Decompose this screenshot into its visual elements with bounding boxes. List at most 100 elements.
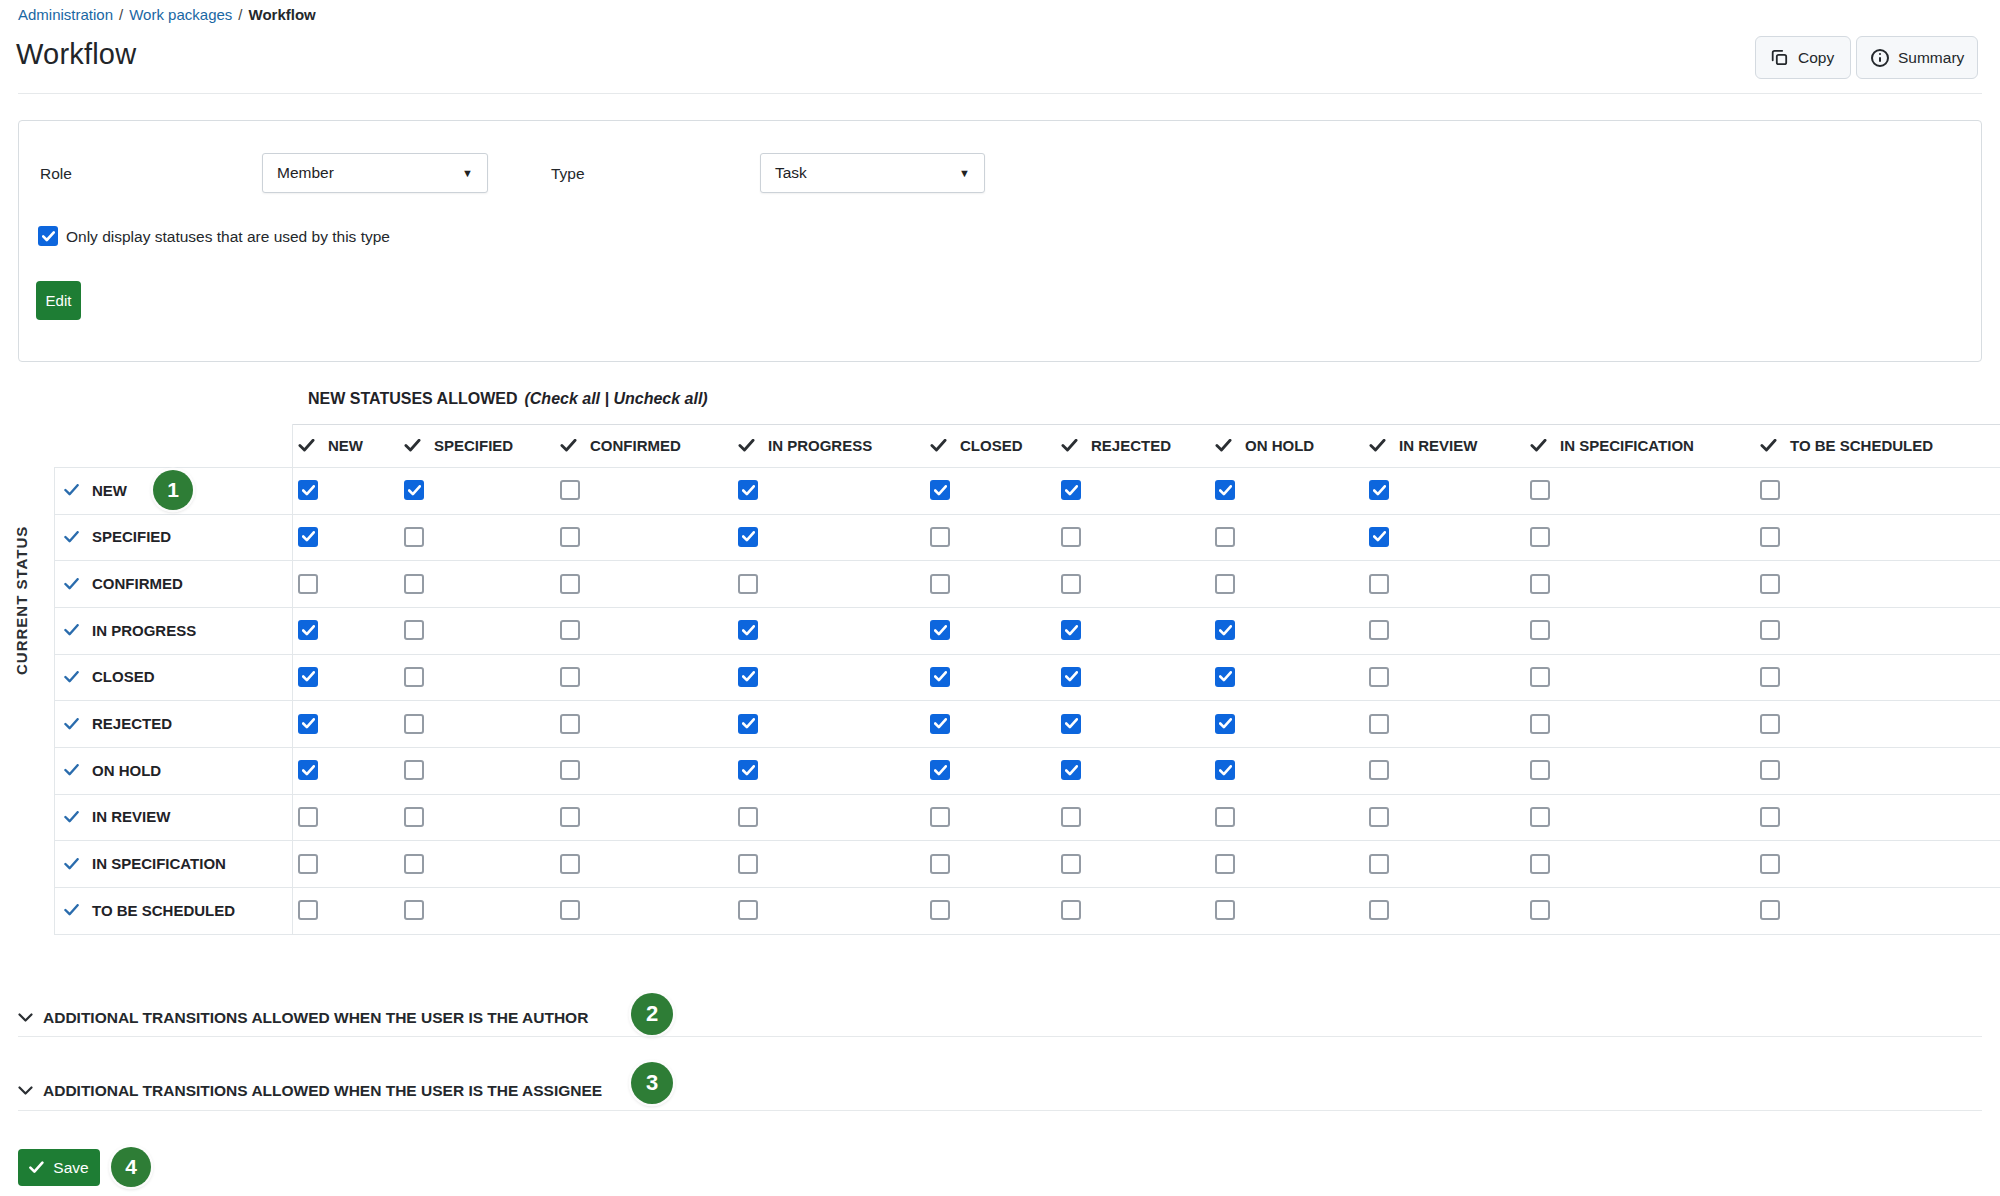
transition-checkbox-closed-to-in-specification[interactable] [1530, 667, 1550, 687]
transition-checkbox-closed-to-rejected[interactable] [1061, 667, 1081, 687]
transition-checkbox-in-review-to-specified[interactable] [404, 807, 424, 827]
transition-checkbox-closed-to-confirmed[interactable] [560, 667, 580, 687]
transition-checkbox-in-review-to-in-progress[interactable] [738, 807, 758, 827]
transition-checkbox-to-be-scheduled-to-specified[interactable] [404, 900, 424, 920]
transition-checkbox-in-progress-to-closed[interactable] [930, 620, 950, 640]
transition-checkbox-in-progress-to-on-hold[interactable] [1215, 620, 1235, 640]
transition-checkbox-closed-to-specified[interactable] [404, 667, 424, 687]
transition-checkbox-rejected-to-closed[interactable] [930, 714, 950, 734]
transition-checkbox-confirmed-to-new[interactable] [298, 574, 318, 594]
section-assignee-transitions[interactable]: ADDITIONAL TRANSITIONS ALLOWED WHEN THE … [18, 1076, 602, 1106]
transition-checkbox-in-specification-to-to-be-scheduled[interactable] [1760, 854, 1780, 874]
transition-checkbox-rejected-to-in-specification[interactable] [1530, 714, 1550, 734]
transition-checkbox-on-hold-to-on-hold[interactable] [1215, 760, 1235, 780]
transition-checkbox-in-progress-to-to-be-scheduled[interactable] [1760, 620, 1780, 640]
transition-checkbox-to-be-scheduled-to-new[interactable] [298, 900, 318, 920]
transition-checkbox-new-to-in-progress[interactable] [738, 480, 758, 500]
transition-checkbox-closed-to-to-be-scheduled[interactable] [1760, 667, 1780, 687]
transition-checkbox-confirmed-to-confirmed[interactable] [560, 574, 580, 594]
transition-checkbox-specified-to-on-hold[interactable] [1215, 527, 1235, 547]
transition-checkbox-in-specification-to-on-hold[interactable] [1215, 854, 1235, 874]
transition-checkbox-rejected-to-specified[interactable] [404, 714, 424, 734]
transition-checkbox-in-specification-to-in-progress[interactable] [738, 854, 758, 874]
copy-button[interactable]: Copy [1755, 36, 1851, 79]
transition-checkbox-closed-to-in-review[interactable] [1369, 667, 1389, 687]
transition-checkbox-to-be-scheduled-to-in-review[interactable] [1369, 900, 1389, 920]
transition-checkbox-confirmed-to-in-specification[interactable] [1530, 574, 1550, 594]
transition-checkbox-in-specification-to-confirmed[interactable] [560, 854, 580, 874]
transition-checkbox-in-specification-to-in-review[interactable] [1369, 854, 1389, 874]
type-select[interactable]: Task ▼ [760, 153, 985, 193]
transition-checkbox-in-review-to-in-specification[interactable] [1530, 807, 1550, 827]
transition-checkbox-new-to-new[interactable] [298, 480, 318, 500]
role-select[interactable]: Member ▼ [262, 153, 488, 193]
transition-checkbox-in-review-to-rejected[interactable] [1061, 807, 1081, 827]
transition-checkbox-in-progress-to-in-review[interactable] [1369, 620, 1389, 640]
transition-checkbox-on-hold-to-to-be-scheduled[interactable] [1760, 760, 1780, 780]
transition-checkbox-in-progress-to-confirmed[interactable] [560, 620, 580, 640]
transition-checkbox-rejected-to-rejected[interactable] [1061, 714, 1081, 734]
transition-checkbox-closed-to-new[interactable] [298, 667, 318, 687]
transition-checkbox-in-review-to-closed[interactable] [930, 807, 950, 827]
transition-checkbox-confirmed-to-to-be-scheduled[interactable] [1760, 574, 1780, 594]
transition-checkbox-on-hold-to-in-specification[interactable] [1530, 760, 1550, 780]
transition-checkbox-closed-to-on-hold[interactable] [1215, 667, 1235, 687]
transition-checkbox-rejected-to-on-hold[interactable] [1215, 714, 1235, 734]
transition-checkbox-specified-to-in-review[interactable] [1369, 527, 1389, 547]
transition-checkbox-confirmed-to-closed[interactable] [930, 574, 950, 594]
transition-checkbox-new-to-to-be-scheduled[interactable] [1760, 480, 1780, 500]
transition-checkbox-in-specification-to-rejected[interactable] [1061, 854, 1081, 874]
summary-button[interactable]: Summary [1856, 36, 1978, 79]
transition-checkbox-confirmed-to-specified[interactable] [404, 574, 424, 594]
transition-checkbox-to-be-scheduled-to-confirmed[interactable] [560, 900, 580, 920]
breadcrumb-administration[interactable]: Administration [18, 6, 113, 23]
transition-checkbox-specified-to-new[interactable] [298, 527, 318, 547]
transition-checkbox-in-progress-to-in-progress[interactable] [738, 620, 758, 640]
transition-checkbox-rejected-to-to-be-scheduled[interactable] [1760, 714, 1780, 734]
transition-checkbox-in-progress-to-rejected[interactable] [1061, 620, 1081, 640]
transition-checkbox-to-be-scheduled-to-to-be-scheduled[interactable] [1760, 900, 1780, 920]
edit-button[interactable]: Edit [36, 281, 81, 320]
transition-checkbox-rejected-to-in-review[interactable] [1369, 714, 1389, 734]
transition-checkbox-new-to-rejected[interactable] [1061, 480, 1081, 500]
transition-checkbox-in-review-to-to-be-scheduled[interactable] [1760, 807, 1780, 827]
transition-checkbox-specified-to-closed[interactable] [930, 527, 950, 547]
transition-checkbox-in-review-to-on-hold[interactable] [1215, 807, 1235, 827]
transition-checkbox-specified-to-in-progress[interactable] [738, 527, 758, 547]
transition-checkbox-closed-to-closed[interactable] [930, 667, 950, 687]
transition-checkbox-on-hold-to-rejected[interactable] [1061, 760, 1081, 780]
transition-checkbox-on-hold-to-closed[interactable] [930, 760, 950, 780]
section-author-transitions[interactable]: ADDITIONAL TRANSITIONS ALLOWED WHEN THE … [18, 1003, 588, 1033]
check-all-uncheck-all-links[interactable]: (Check all | Uncheck all) [524, 390, 707, 407]
transition-checkbox-closed-to-in-progress[interactable] [738, 667, 758, 687]
transition-checkbox-to-be-scheduled-to-in-specification[interactable] [1530, 900, 1550, 920]
transition-checkbox-in-review-to-in-review[interactable] [1369, 807, 1389, 827]
transition-checkbox-new-to-specified[interactable] [404, 480, 424, 500]
transition-checkbox-rejected-to-in-progress[interactable] [738, 714, 758, 734]
transition-checkbox-specified-to-to-be-scheduled[interactable] [1760, 527, 1780, 547]
transition-checkbox-new-to-confirmed[interactable] [560, 480, 580, 500]
transition-checkbox-new-to-on-hold[interactable] [1215, 480, 1235, 500]
transition-checkbox-to-be-scheduled-to-in-progress[interactable] [738, 900, 758, 920]
transition-checkbox-confirmed-to-in-review[interactable] [1369, 574, 1389, 594]
transition-checkbox-in-specification-to-specified[interactable] [404, 854, 424, 874]
transition-checkbox-confirmed-to-on-hold[interactable] [1215, 574, 1235, 594]
transition-checkbox-new-to-closed[interactable] [930, 480, 950, 500]
transition-checkbox-rejected-to-confirmed[interactable] [560, 714, 580, 734]
transition-checkbox-to-be-scheduled-to-rejected[interactable] [1061, 900, 1081, 920]
transition-checkbox-rejected-to-new[interactable] [298, 714, 318, 734]
transition-checkbox-in-progress-to-in-specification[interactable] [1530, 620, 1550, 640]
transition-checkbox-specified-to-specified[interactable] [404, 527, 424, 547]
transition-checkbox-in-specification-to-new[interactable] [298, 854, 318, 874]
transition-checkbox-confirmed-to-rejected[interactable] [1061, 574, 1081, 594]
transition-checkbox-in-progress-to-specified[interactable] [404, 620, 424, 640]
save-button[interactable]: Save [18, 1149, 100, 1186]
transition-checkbox-to-be-scheduled-to-closed[interactable] [930, 900, 950, 920]
transition-checkbox-in-specification-to-in-specification[interactable] [1530, 854, 1550, 874]
transition-checkbox-specified-to-confirmed[interactable] [560, 527, 580, 547]
transition-checkbox-new-to-in-specification[interactable] [1530, 480, 1550, 500]
transition-checkbox-on-hold-to-confirmed[interactable] [560, 760, 580, 780]
breadcrumb-work-packages[interactable]: Work packages [129, 6, 232, 23]
transition-checkbox-in-review-to-confirmed[interactable] [560, 807, 580, 827]
transition-checkbox-to-be-scheduled-to-on-hold[interactable] [1215, 900, 1235, 920]
